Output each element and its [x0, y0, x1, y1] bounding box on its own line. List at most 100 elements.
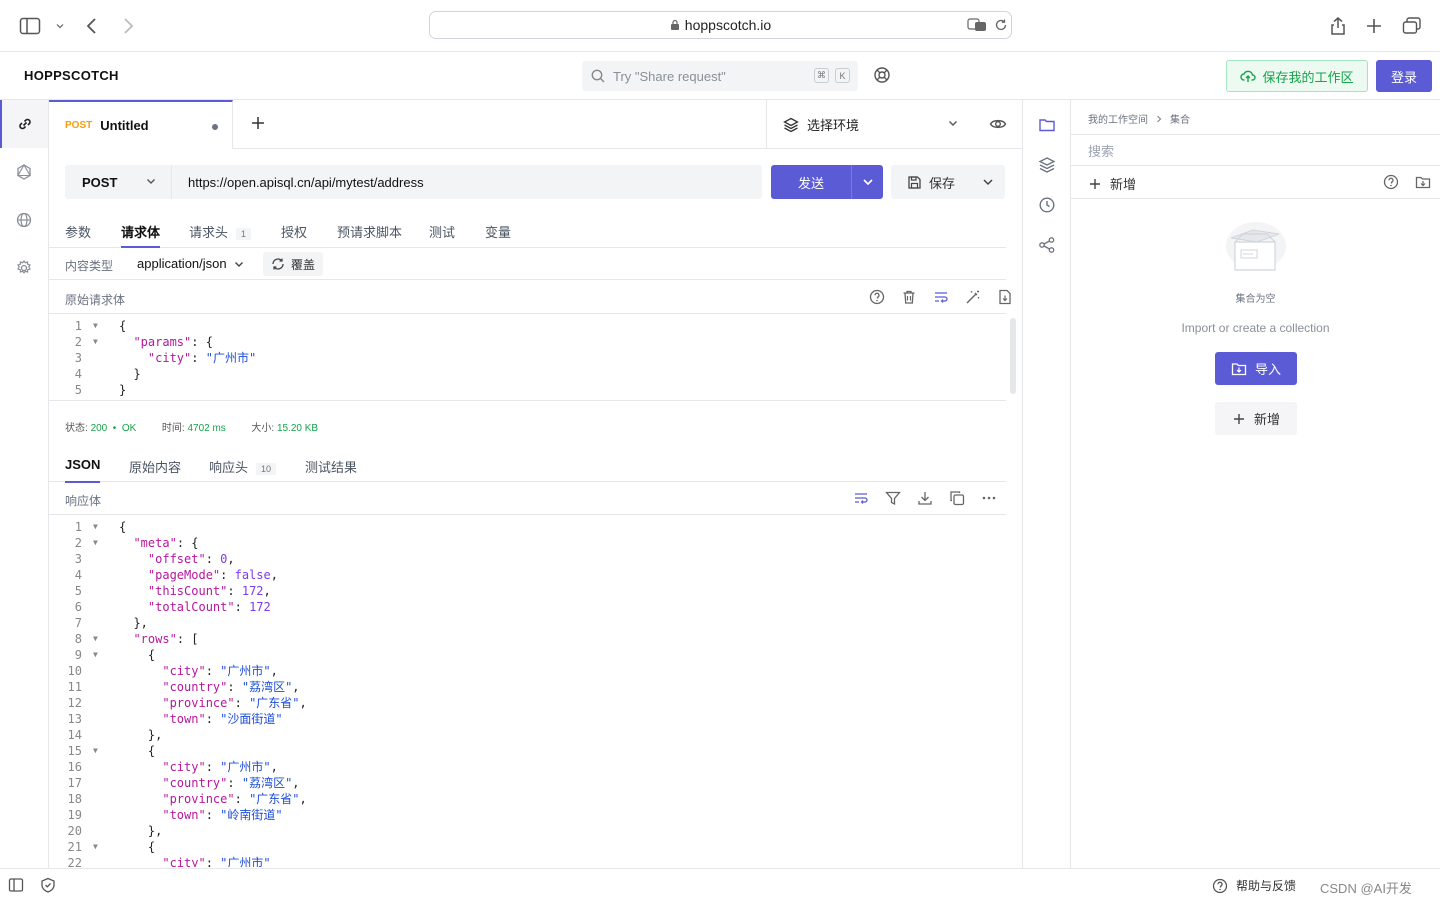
- more-icon[interactable]: [981, 490, 997, 506]
- reload-icon[interactable]: [994, 18, 1008, 32]
- new-tab-icon[interactable]: [1362, 14, 1386, 38]
- file-import-icon[interactable]: [997, 289, 1013, 305]
- brand-logo[interactable]: HOPPSCOTCH: [24, 68, 119, 83]
- fold-caret-icon[interactable]: ▼: [93, 743, 98, 759]
- help-circle-icon[interactable]: [1383, 174, 1399, 190]
- tabs-overview-icon[interactable]: [1400, 14, 1424, 38]
- history-clock-icon[interactable]: [1038, 196, 1056, 214]
- fold-caret-icon[interactable]: ▼: [93, 318, 98, 334]
- forward-icon[interactable]: [116, 14, 140, 38]
- back-icon[interactable]: [80, 14, 104, 38]
- code-text: {: [119, 840, 156, 854]
- size-label: 大小:: [251, 423, 275, 434]
- override-button[interactable]: 覆盖: [263, 252, 324, 276]
- share-icon[interactable]: [1326, 14, 1350, 38]
- trash-icon[interactable]: [901, 289, 917, 305]
- toggle-sidebar-icon[interactable]: [8, 877, 24, 893]
- address-text: hoppscotch.io: [684, 17, 772, 33]
- save-button[interactable]: 保存: [891, 165, 1005, 199]
- tab-body[interactable]: 请求体: [121, 222, 161, 248]
- tab-response-headers[interactable]: 响应头 10: [209, 457, 277, 476]
- share-nodes-icon[interactable]: [1038, 236, 1056, 254]
- nav-rest-link-icon[interactable]: [0, 100, 48, 148]
- new-collection-button[interactable]: 新增: [1088, 174, 1136, 193]
- method-select[interactable]: POST: [65, 165, 171, 199]
- sidebar-toggle-icon[interactable]: [18, 14, 42, 38]
- content-type-select[interactable]: application/json: [137, 256, 245, 271]
- line-number: 15: [67, 744, 82, 758]
- response-body-label: 响应体: [65, 494, 102, 508]
- response-body-viewer[interactable]: 1 ▼ {2 ▼ "meta": {3 "offset": 0, 4 "pageMode…: [49, 519, 1006, 867]
- nav-settings-gear-icon[interactable]: [0, 244, 48, 292]
- lock-icon: [670, 19, 680, 31]
- fold-caret-icon[interactable]: ▼: [93, 647, 98, 663]
- code-text: },: [119, 616, 148, 630]
- plus-icon: [1088, 177, 1102, 191]
- tab-params[interactable]: 参数: [65, 222, 91, 241]
- send-button[interactable]: 发送: [771, 165, 883, 199]
- fold-caret-icon[interactable]: ▼: [93, 334, 98, 350]
- fold-caret-icon[interactable]: ▼: [93, 519, 98, 535]
- breadcrumb-workspace[interactable]: 我的工作空间: [1088, 111, 1148, 126]
- fold-caret-icon[interactable]: ▼: [93, 631, 98, 647]
- tab-json[interactable]: JSON: [65, 457, 101, 483]
- filter-icon[interactable]: [885, 490, 901, 506]
- help-feedback-label: 帮助与反馈: [1236, 879, 1297, 893]
- wrap-lines-icon[interactable]: [933, 289, 949, 305]
- copy-icon[interactable]: [949, 490, 965, 506]
- request-section-tabs: 参数 请求体 请求头 1 授权 预请求脚本 测试 变量: [49, 214, 1006, 248]
- magic-wand-icon[interactable]: [965, 289, 981, 305]
- save-workspace-button[interactable]: 保存我的工作区: [1226, 60, 1368, 92]
- unsaved-dot-icon[interactable]: [212, 124, 218, 130]
- translate-icon[interactable]: [967, 18, 987, 32]
- tab-tests[interactable]: 测试: [429, 222, 455, 241]
- layers-icon[interactable]: [1038, 156, 1056, 174]
- request-tab-untitled[interactable]: POST Untitled: [49, 100, 233, 149]
- code-text: {: [119, 744, 156, 758]
- chevron-down-icon[interactable]: [48, 14, 72, 38]
- request-body-editor[interactable]: 1 ▼ {2 ▼ "params": {3 "city": "广州市" 4 } 5}: [49, 318, 1006, 400]
- eye-icon[interactable]: [989, 116, 1007, 132]
- tab-raw[interactable]: 原始内容: [129, 457, 181, 476]
- line-number: 12: [67, 696, 82, 710]
- lifebuoy-icon[interactable]: [873, 66, 891, 84]
- tab-variables[interactable]: 变量: [485, 222, 511, 241]
- tab-pre-request-script[interactable]: 预请求脚本: [337, 222, 402, 241]
- send-options-chevron-icon[interactable]: [861, 175, 875, 189]
- wrap-lines-icon[interactable]: [853, 490, 869, 506]
- line-number: 21: [67, 840, 82, 854]
- help-circle-icon[interactable]: [869, 289, 885, 305]
- tab-headers-label: 请求头: [189, 225, 229, 240]
- tab-authorization[interactable]: 授权: [281, 222, 307, 241]
- fold-caret-icon[interactable]: ▼: [93, 535, 98, 551]
- nav-graphql-icon[interactable]: [0, 148, 48, 196]
- search-input[interactable]: Try "Share request" ⌘ K: [582, 61, 858, 91]
- breadcrumb-collections[interactable]: 集合: [1170, 111, 1190, 126]
- app-header: HOPPSCOTCH Try "Share request" ⌘ K: [0, 52, 1440, 100]
- chevron-down-icon[interactable]: [981, 175, 995, 189]
- fold-caret-icon[interactable]: ▼: [93, 839, 98, 855]
- address-bar[interactable]: hoppscotch.io: [429, 11, 1012, 39]
- new-collection-label: 新增: [1110, 177, 1137, 192]
- environment-select[interactable]: 选择环境: [766, 100, 1022, 149]
- line-number: 3: [74, 552, 82, 566]
- nav-realtime-globe-icon[interactable]: [0, 196, 48, 244]
- raw-body-label: 原始请求体: [65, 293, 126, 307]
- folder-import-icon[interactable]: [1415, 174, 1431, 190]
- collection-search-input[interactable]: 搜索: [1071, 134, 1440, 166]
- request-editor-scrollbar[interactable]: [1010, 318, 1016, 394]
- shield-check-icon[interactable]: [40, 877, 56, 893]
- url-input[interactable]: https://open.apisql.cn/api/mytest/addres…: [171, 165, 762, 199]
- line-number: 2: [74, 335, 82, 349]
- download-icon[interactable]: [917, 490, 933, 506]
- add-tab-icon[interactable]: [249, 114, 267, 132]
- help-feedback-button[interactable]: 帮助与反馈: [1212, 877, 1296, 894]
- layers-icon: [783, 117, 799, 133]
- import-button[interactable]: 导入: [1215, 352, 1297, 385]
- login-button[interactable]: 登录: [1376, 60, 1432, 92]
- folder-icon[interactable]: [1038, 116, 1056, 134]
- tab-test-results[interactable]: 测试结果: [305, 457, 357, 476]
- tab-headers[interactable]: 请求头 1: [189, 222, 252, 241]
- code-text: "totalCount": 172: [147, 600, 271, 614]
- empty-new-button[interactable]: 新增: [1215, 402, 1297, 435]
